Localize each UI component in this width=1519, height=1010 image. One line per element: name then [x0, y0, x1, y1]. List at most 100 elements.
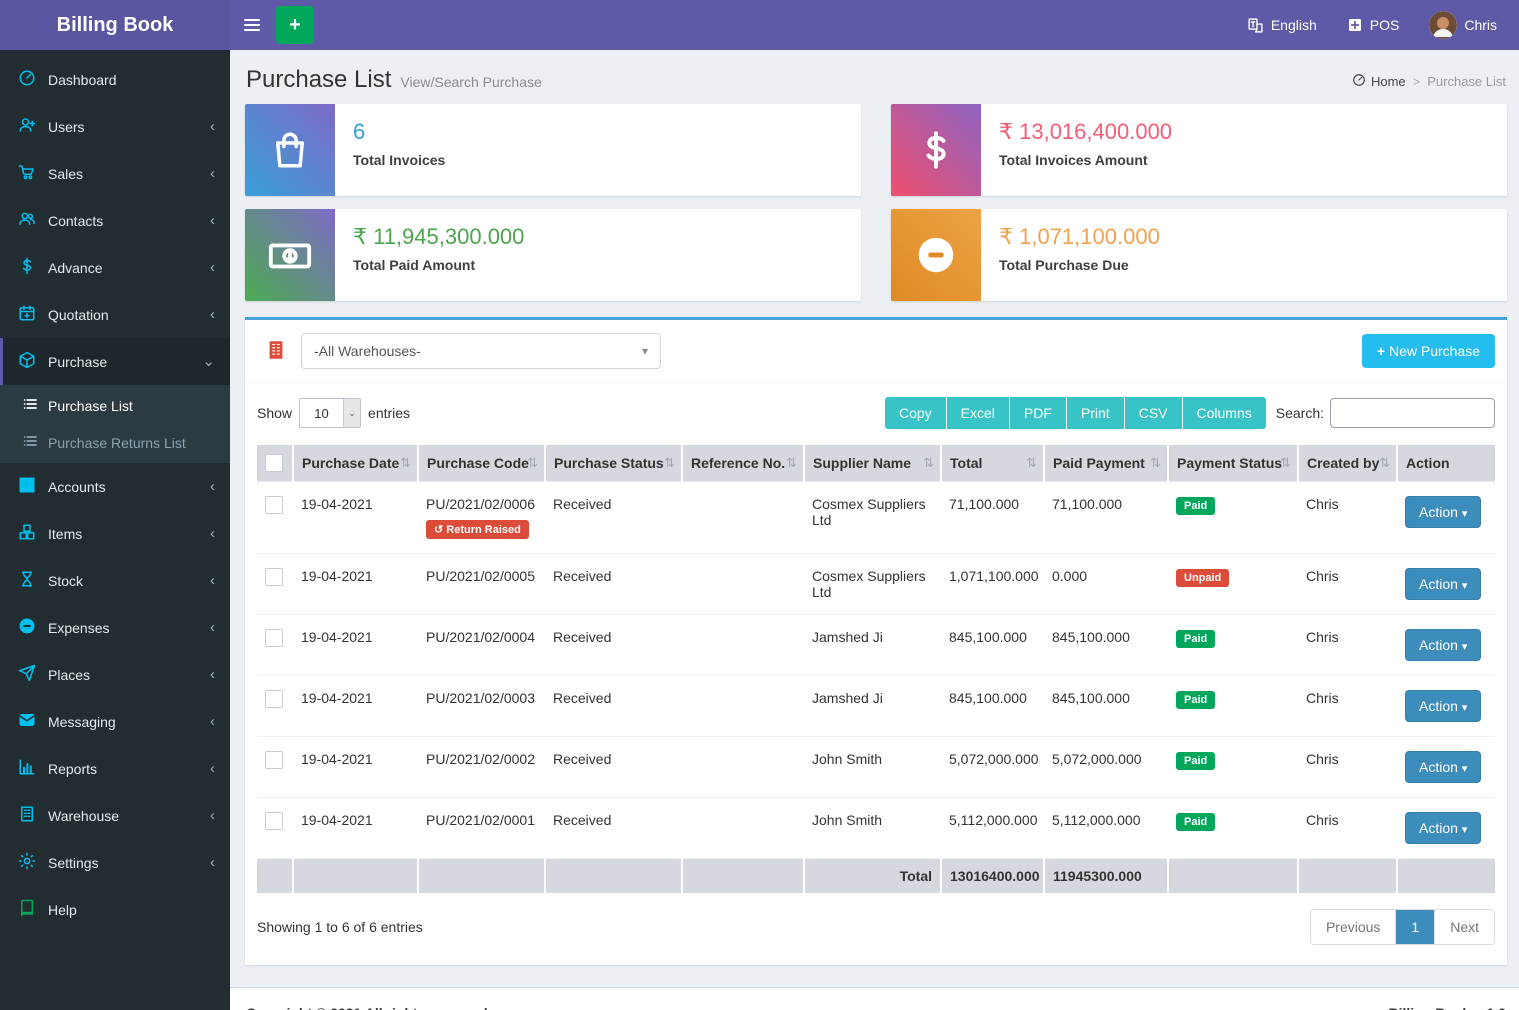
- action-button[interactable]: Action▾: [1405, 568, 1481, 600]
- col-purchase-code[interactable]: Purchase Code⇅: [418, 445, 545, 482]
- page-length-value: 10: [300, 406, 343, 421]
- action-button[interactable]: Action▾: [1405, 629, 1481, 661]
- csv-button[interactable]: CSV: [1125, 397, 1183, 429]
- sidebar-item-users[interactable]: Users ‹: [0, 103, 230, 150]
- user-menu[interactable]: Chris: [1429, 11, 1497, 39]
- sidebar-item-purchase[interactable]: Purchase ⌄: [0, 338, 230, 385]
- table-header-row: Purchase Date⇅ Purchase Code⇅ Purchase S…: [257, 445, 1495, 482]
- col-action: Action: [1397, 445, 1495, 482]
- chevron-down-icon: ⌄: [202, 354, 215, 369]
- top-navbar: Billing Book + English POS Chris: [0, 0, 1519, 50]
- hourglass-icon: [18, 570, 36, 591]
- chevron-left-icon: ‹: [210, 667, 215, 682]
- previous-page-button[interactable]: Previous: [1311, 910, 1395, 944]
- action-button[interactable]: Action▾: [1405, 690, 1481, 722]
- purchase-submenu: Purchase List Purchase Returns List: [0, 385, 230, 463]
- sidebar-item-expenses[interactable]: Expenses ‹: [0, 604, 230, 651]
- col-supplier-name[interactable]: Supplier Name⇅: [804, 445, 941, 482]
- sort-icon: ⇅: [527, 455, 538, 471]
- row-checkbox[interactable]: [265, 629, 283, 647]
- breadcrumb-home-link[interactable]: Home: [1352, 73, 1406, 90]
- chevron-left-icon: ‹: [210, 119, 215, 134]
- table-row: 19-04-2021 PU/2021/02/0004 Received Jams…: [257, 615, 1495, 676]
- caret-down-icon: ▾: [1462, 763, 1468, 775]
- breadcrumb-current: Purchase List: [1427, 74, 1506, 89]
- pdf-button[interactable]: PDF: [1010, 397, 1067, 429]
- sidebar-item-dashboard[interactable]: Dashboard: [0, 56, 230, 103]
- sidebar-item-sales[interactable]: Sales ‹: [0, 150, 230, 197]
- row-checkbox[interactable]: [265, 812, 283, 830]
- excel-button[interactable]: Excel: [947, 397, 1010, 429]
- action-button[interactable]: Action▾: [1405, 496, 1481, 528]
- sidebar-item-help[interactable]: Help: [0, 886, 230, 933]
- sidebar-item-purchase-list[interactable]: Purchase List: [0, 387, 230, 424]
- row-checkbox[interactable]: [265, 568, 283, 586]
- sort-icon: ⇅: [400, 455, 411, 471]
- pagination: Previous 1 Next: [1310, 909, 1495, 945]
- chevron-left-icon: ‹: [210, 808, 215, 823]
- columns-button[interactable]: Columns: [1183, 397, 1266, 429]
- sidebar-item-settings[interactable]: Settings ‹: [0, 839, 230, 886]
- chevron-left-icon: ‹: [210, 620, 215, 635]
- row-checkbox[interactable]: [265, 496, 283, 514]
- col-reference-no[interactable]: Reference No.⇅: [682, 445, 804, 482]
- chevron-left-icon: ‹: [210, 213, 215, 228]
- language-menu[interactable]: English: [1247, 17, 1317, 34]
- page-length-select[interactable]: 10 ⌄: [299, 398, 361, 428]
- sidebar-toggle-button[interactable]: [230, 0, 274, 50]
- col-purchase-status[interactable]: Purchase Status⇅: [545, 445, 682, 482]
- user-plus-icon: [18, 116, 36, 137]
- col-total[interactable]: Total⇅: [941, 445, 1044, 482]
- search-input[interactable]: [1330, 398, 1495, 428]
- sidebar-item-contacts[interactable]: Contacts ‹: [0, 197, 230, 244]
- status-badge: Paid: [1176, 691, 1215, 709]
- sidebar-item-stock[interactable]: Stock ‹: [0, 557, 230, 604]
- status-badge: Paid: [1176, 813, 1215, 831]
- sidebar-item-reports[interactable]: Reports ‹: [0, 745, 230, 792]
- footer-total-label: Total: [804, 859, 941, 894]
- sidebar-item-advance[interactable]: Advance ‹: [0, 244, 230, 291]
- sidebar-item-places[interactable]: Places ‹: [0, 651, 230, 698]
- sort-icon: ⇅: [786, 455, 797, 471]
- sidebar-item-quotation[interactable]: Quotation ‹: [0, 291, 230, 338]
- warehouse-select[interactable]: -All Warehouses- ▾: [301, 333, 661, 369]
- search-label: Search:: [1276, 405, 1324, 421]
- stat-label: Total Paid Amount: [353, 257, 524, 273]
- chevron-left-icon: ‹: [210, 166, 215, 181]
- table-row: 19-04-2021 PU/2021/02/0003 Received Jams…: [257, 676, 1495, 737]
- caret-down-icon: ▾: [1462, 824, 1468, 836]
- app-logo[interactable]: Billing Book: [0, 0, 230, 50]
- next-page-button[interactable]: Next: [1434, 910, 1494, 944]
- pos-button[interactable]: POS: [1347, 17, 1400, 33]
- copyright-text: Copyright © 2021 All rights reserved.: [246, 1005, 492, 1010]
- stat-value: ₹ 11,945,300.000: [353, 224, 524, 250]
- quick-add-button[interactable]: +: [276, 6, 314, 44]
- copy-button[interactable]: Copy: [885, 397, 947, 429]
- sidebar-item-messaging[interactable]: Messaging ‹: [0, 698, 230, 745]
- select-all-checkbox[interactable]: [265, 454, 283, 472]
- col-created-by[interactable]: Created by⇅: [1298, 445, 1397, 482]
- col-paid-payment[interactable]: Paid Payment⇅: [1044, 445, 1168, 482]
- col-payment-status[interactable]: Payment Status⇅: [1168, 445, 1298, 482]
- bar-chart-icon: [18, 758, 36, 779]
- col-purchase-date[interactable]: Purchase Date⇅: [293, 445, 418, 482]
- new-purchase-button[interactable]: + New Purchase: [1362, 334, 1495, 368]
- app-footer: Copyright © 2021 All rights reserved. Bi…: [230, 987, 1519, 1010]
- sidebar-item-items[interactable]: Items ‹: [0, 510, 230, 557]
- chevron-left-icon: ‹: [210, 573, 215, 588]
- row-checkbox[interactable]: [265, 690, 283, 708]
- rotate-left-icon: ↺: [434, 524, 443, 536]
- sidebar-item-accounts[interactable]: Accounts ‹: [0, 463, 230, 510]
- table-row: 19-04-2021 PU/2021/02/0001 Received John…: [257, 798, 1495, 859]
- action-button[interactable]: Action▾: [1405, 812, 1481, 844]
- table-row: 19-04-2021 PU/2021/02/0006↺ Return Raise…: [257, 482, 1495, 554]
- status-badge: Paid: [1176, 752, 1215, 770]
- status-badge: Paid: [1176, 497, 1215, 515]
- row-checkbox[interactable]: [265, 751, 283, 769]
- sidebar-item-warehouse[interactable]: Warehouse ‹: [0, 792, 230, 839]
- print-button[interactable]: Print: [1067, 397, 1125, 429]
- action-button[interactable]: Action▾: [1405, 751, 1481, 783]
- sidebar-item-purchase-returns-list[interactable]: Purchase Returns List: [0, 424, 230, 461]
- status-badge: Paid: [1176, 630, 1215, 648]
- page-1-button[interactable]: 1: [1395, 910, 1434, 944]
